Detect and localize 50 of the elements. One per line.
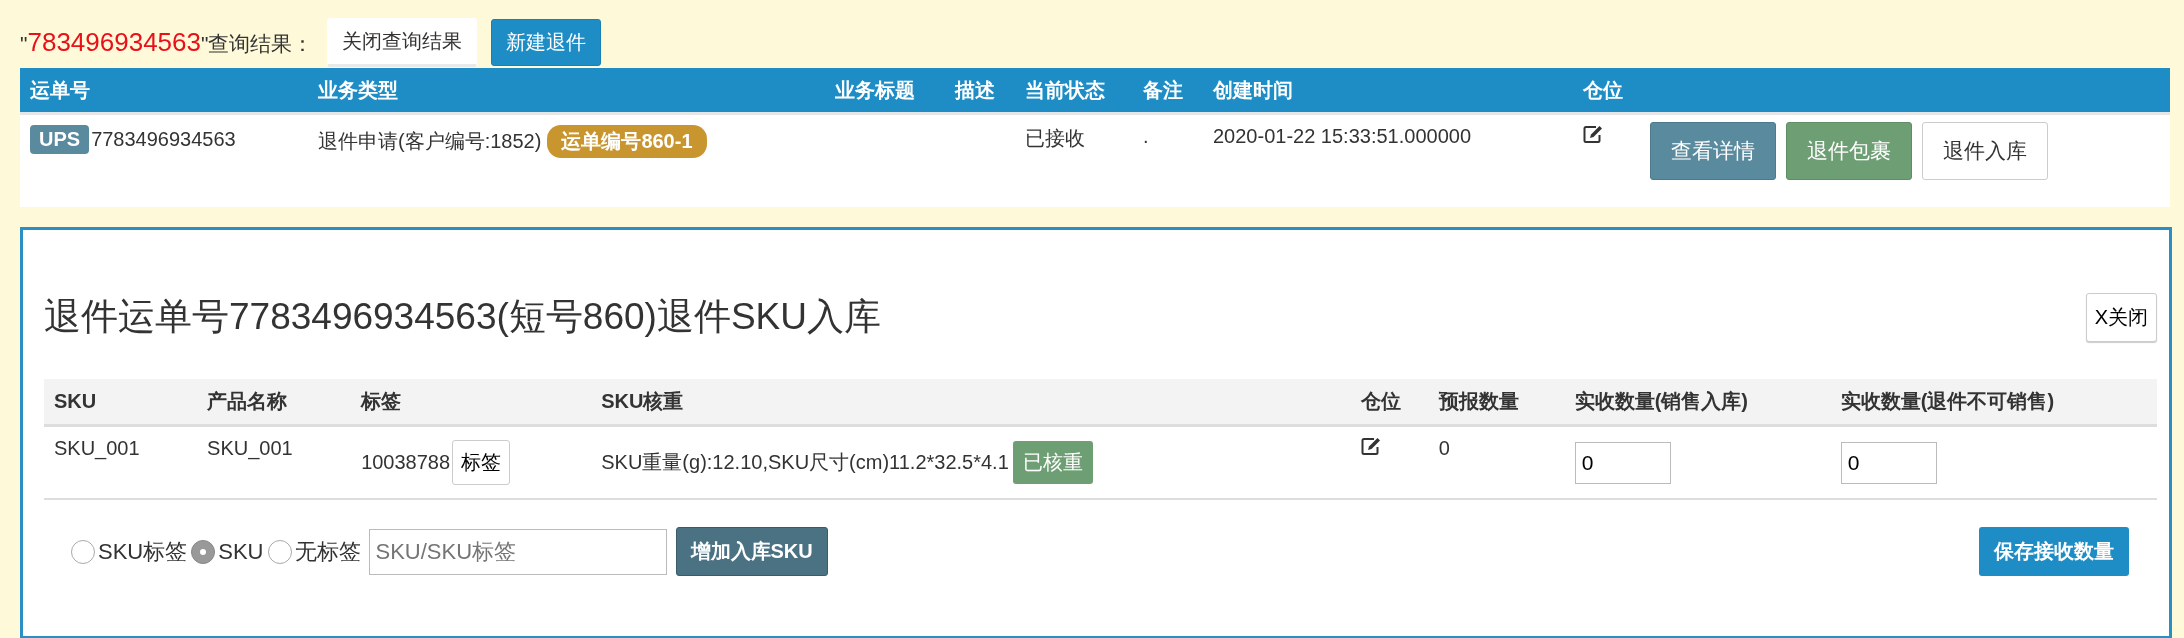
column-header: 当前状态 xyxy=(1015,68,1133,114)
table-cell: SKU重量(g):12.10,SKU尺寸(cm)11.2*32.5*4.1 xyxy=(601,451,1009,473)
edit-icon[interactable] xyxy=(1360,437,1381,455)
radio-button[interactable] xyxy=(71,539,95,564)
column-header: 创建时间 xyxy=(1203,68,1573,114)
carrier-badge: UPS xyxy=(30,125,90,154)
column-header: SKU核重 xyxy=(591,379,1351,426)
radio-label[interactable]: SKU标签 xyxy=(98,536,188,567)
table-cell: 0 xyxy=(1438,437,1450,459)
waybill-badge: 运单编号860-1 xyxy=(547,125,707,158)
quantity-field[interactable]: 0 xyxy=(1574,441,1671,484)
column-header: 产品名称 xyxy=(197,379,352,426)
close-results-button[interactable]: 关闭查询结果 xyxy=(327,17,478,67)
table-cell: 2020-01-22 15:33:51.000000 xyxy=(1213,125,1471,147)
column-header: 业务类型 xyxy=(308,68,825,114)
column-header: 标签 xyxy=(351,379,592,426)
column-header: SKU xyxy=(44,379,198,426)
weighed-badge: 已核重 xyxy=(1012,441,1093,484)
column-header: 实收数量(退件不可销售) xyxy=(1830,379,2157,426)
table-cell: SKU_001 xyxy=(207,437,293,459)
column-header: 备注 xyxy=(1133,68,1203,114)
column-header: 仓位 xyxy=(1573,68,1640,114)
radio-label[interactable]: SKU xyxy=(218,538,264,565)
quantity-field[interactable]: 0 xyxy=(1840,441,1937,484)
column-header: 仓位 xyxy=(1350,379,1429,426)
table-cell: SKU_001 xyxy=(54,437,140,459)
column-header: 预报数量 xyxy=(1428,379,1565,426)
column-header: 实收数量(销售入库) xyxy=(1564,379,1831,426)
table-cell: 退件申请(客户编号:1852) xyxy=(318,130,542,152)
table-cell: 已接收 xyxy=(1025,127,1085,149)
column-header: 业务标题 xyxy=(825,68,945,114)
radio-button[interactable] xyxy=(267,539,292,564)
table-cell: 7783496934563 xyxy=(91,128,236,150)
edit-icon[interactable] xyxy=(1583,125,1603,143)
panel-title: 退件运单号7783496934563(短号860)退件SKU入库 xyxy=(44,295,881,339)
sku-input-field[interactable]: SKU/SKU标签 xyxy=(368,528,667,575)
column-header: 描述 xyxy=(945,68,1015,114)
add-sku-button[interactable]: 增加入库SKU xyxy=(675,527,828,576)
view-details-button[interactable]: 查看详情 xyxy=(1650,122,1776,180)
save-quantity-button[interactable]: 保存接收数量 xyxy=(1979,527,2129,576)
radio-label[interactable]: 无标签 xyxy=(294,536,361,567)
close-button[interactable]: X关闭 xyxy=(2085,292,2157,342)
new-return-button[interactable]: 新建退件 xyxy=(491,18,602,66)
table-cell: . xyxy=(1143,125,1149,147)
label-button[interactable]: 标签 xyxy=(452,440,511,485)
radio-button[interactable] xyxy=(191,539,216,564)
table-cell: 10038788 xyxy=(361,451,451,473)
return-stock-in-button[interactable]: 退件入库 xyxy=(1922,122,2048,180)
column-header: 运单号 xyxy=(20,68,308,114)
query-heading: "783496934563"查询结果： xyxy=(20,26,314,58)
